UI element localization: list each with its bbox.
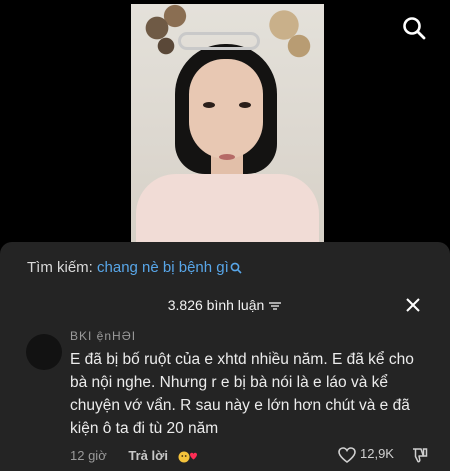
comment-time: 12 giờ (70, 448, 107, 463)
reaction-icon (178, 451, 197, 463)
person-eye (203, 102, 215, 108)
person-face (189, 59, 263, 159)
glasses-on-head (178, 32, 260, 50)
close-icon[interactable] (405, 297, 421, 313)
like-button[interactable]: 12,9K (338, 446, 394, 463)
heart-icon (338, 446, 356, 463)
avatar[interactable] (26, 334, 62, 370)
comment-text: E đã bị bố ruột của e xhtd nhiều năm. E … (70, 351, 414, 437)
dried-plant-right (264, 4, 314, 74)
search-icon[interactable] (402, 16, 426, 40)
search-icon (230, 262, 242, 274)
like-count: 12,9K (360, 446, 394, 461)
search-label: Tìm kiếm: (27, 259, 93, 276)
comment-meta: 12 giờ Trả lời (70, 448, 168, 463)
person-eye (239, 102, 251, 108)
search-suggestion[interactable]: Tìm kiếm: chang nè bị bệnh gì (27, 259, 242, 276)
person-shirt (136, 174, 319, 248)
filter-icon[interactable] (268, 301, 282, 311)
person-mouth (219, 154, 235, 160)
comment-count-row: 3.826 bình luận (0, 297, 450, 313)
comment-count: 3.826 bình luận (167, 297, 265, 313)
comment-username[interactable]: BKI ệnHƏI (70, 329, 136, 343)
comments-sheet: Tìm kiếm: chang nè bị bệnh gì 3.826 bình… (0, 242, 450, 471)
dislike-icon[interactable] (411, 447, 428, 464)
search-query-link[interactable]: chang nè bị bệnh gì (97, 259, 229, 276)
video-thumbnail[interactable] (131, 4, 324, 248)
reply-button[interactable]: Trả lời (128, 448, 168, 463)
